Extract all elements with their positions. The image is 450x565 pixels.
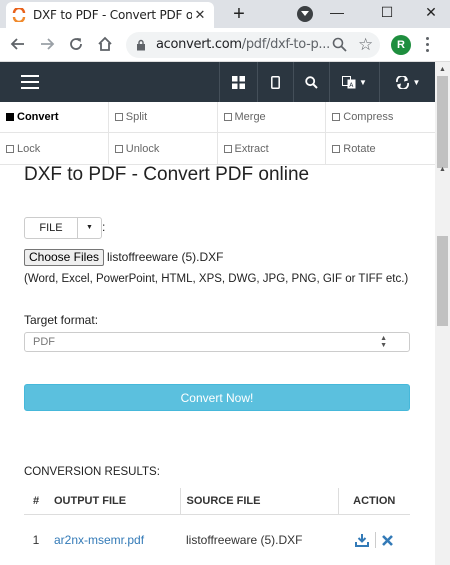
file-source-dropdown[interactable]: FILE ▼ (24, 217, 102, 239)
target-format-label: Target format: (24, 313, 99, 327)
tablet-icon[interactable] (257, 62, 293, 102)
sync-icon[interactable]: ▼ (379, 62, 435, 102)
column-header-number: # (24, 488, 48, 515)
maximize-icon[interactable]: ☐ (364, 0, 410, 28)
tab-close-icon[interactable]: ✕ (192, 7, 208, 23)
output-file-link[interactable]: ar2nx-msemr.pdf (54, 533, 144, 547)
menu-item-convert[interactable]: Convert (0, 102, 109, 132)
reload-icon[interactable] (67, 36, 85, 54)
page-scrollbar[interactable]: ▲ ▲ (435, 62, 450, 565)
menu-item-merge[interactable]: Merge (218, 102, 327, 132)
choose-files-button[interactable]: Choose Files (24, 249, 104, 266)
column-header-output-file: OUTPUT FILE (48, 488, 181, 515)
menu-item-compress[interactable]: Compress (326, 102, 435, 132)
home-icon[interactable] (96, 36, 114, 54)
menu-item-lock[interactable]: Lock (0, 133, 109, 164)
url-text: aconvert.com/pdf/dxf-to-p... (156, 37, 330, 52)
aconvert-favicon-icon (12, 8, 26, 22)
select-arrows-icon: ▲ ▼ (380, 335, 387, 349)
forward-icon[interactable] (38, 36, 56, 54)
bookmark-star-icon[interactable]: ☆ (358, 35, 373, 55)
page-title: DXF to PDF - Convert PDF online (24, 164, 310, 185)
output-file-cell: ar2nx-msemr.pdf (48, 514, 180, 565)
results-table: # OUTPUT FILE SOURCE FILE ACTION 1 ar2nx… (24, 488, 410, 565)
chevron-down-icon: ▼ (412, 77, 421, 87)
checkbox-icon (114, 144, 123, 153)
browser-tab[interactable]: DXF to PDF - Convert PDF online ✕ (6, 2, 214, 28)
row-number: 1 (32, 533, 40, 548)
file-button-label: FILE (25, 218, 78, 238)
profile-avatar[interactable]: R (391, 35, 411, 55)
browser-tabstrip: DXF to PDF - Convert PDF online ✕ + — ☐ … (0, 0, 450, 28)
tool-menu: Convert Split Merge Compress Lock Unlock… (0, 102, 435, 165)
apps-grid-icon[interactable] (219, 62, 257, 102)
column-header-source-file: SOURCE FILE (180, 488, 339, 515)
checkbox-icon (223, 144, 232, 153)
menu-item-extract[interactable]: Extract (218, 133, 327, 164)
browser-menu-icon[interactable] (426, 37, 430, 55)
checkbox-icon (332, 144, 341, 153)
language-icon[interactable]: A ▼ (329, 62, 379, 102)
hamburger-menu-icon[interactable] (21, 75, 39, 93)
tab-search-icon[interactable] (297, 6, 313, 22)
action-cell (338, 514, 410, 565)
results-header-row: # OUTPUT FILE SOURCE FILE ACTION (24, 488, 410, 515)
checkbox-icon (114, 113, 123, 121)
close-window-icon[interactable]: ✕ (408, 0, 450, 28)
chevron-down-icon: ▼ (359, 77, 367, 87)
target-format-select[interactable]: PDF ▲ ▼ (24, 332, 410, 352)
delete-icon[interactable] (382, 534, 394, 546)
conversion-results-label: CONVERSION RESULTS: (24, 466, 160, 478)
checkbox-icon (332, 113, 341, 121)
download-icon[interactable] (354, 533, 369, 547)
source-file-cell: listoffreeware (5).DXF (186, 533, 303, 548)
target-format-value: PDF (33, 336, 55, 348)
convert-now-button[interactable]: Convert Now! (24, 384, 410, 411)
column-header-action: ACTION (338, 488, 410, 515)
site-navbar: A ▼ ▼ (0, 62, 435, 102)
file-colon: : (102, 220, 106, 234)
action-divider (375, 532, 376, 549)
tool-menu-row: Lock Unlock Extract Rotate (0, 133, 435, 165)
supported-formats-note: (Word, Excel, PowerPoint, HTML, XPS, DWG… (24, 273, 409, 285)
checkbox-icon (6, 144, 14, 153)
checkbox-icon (6, 113, 14, 121)
zoom-icon[interactable] (332, 37, 347, 52)
tab-title: DXF to PDF - Convert PDF online (33, 8, 192, 22)
chosen-file-name: listoffreeware (5).DXF (107, 250, 224, 264)
menu-item-split[interactable]: Split (109, 102, 218, 132)
menu-item-rotate[interactable]: Rotate (326, 133, 435, 164)
tool-menu-row: Convert Split Merge Compress (0, 102, 435, 133)
scrollbar-thumb[interactable] (437, 236, 448, 326)
menu-item-unlock[interactable]: Unlock (109, 133, 218, 164)
caret-down-icon[interactable]: ▼ (78, 218, 101, 238)
lock-icon (137, 39, 145, 51)
site-search-icon[interactable] (293, 62, 329, 102)
new-tab-icon[interactable]: + (228, 3, 250, 26)
back-icon[interactable] (9, 36, 27, 54)
scroll-up-icon[interactable]: ▲ (435, 66, 450, 73)
table-row: 1 ar2nx-msemr.pdf listoffreeware (5).DXF (24, 514, 410, 565)
checkbox-icon (223, 113, 232, 121)
address-bar[interactable]: aconvert.com/pdf/dxf-to-p... (126, 32, 380, 58)
minimize-icon[interactable]: — (314, 0, 360, 28)
scroll-up-icon[interactable]: ▲ (435, 166, 450, 173)
scrollbar-thumb-top[interactable] (437, 76, 448, 168)
browser-toolbar: aconvert.com/pdf/dxf-to-p... ☆ R (0, 28, 450, 62)
